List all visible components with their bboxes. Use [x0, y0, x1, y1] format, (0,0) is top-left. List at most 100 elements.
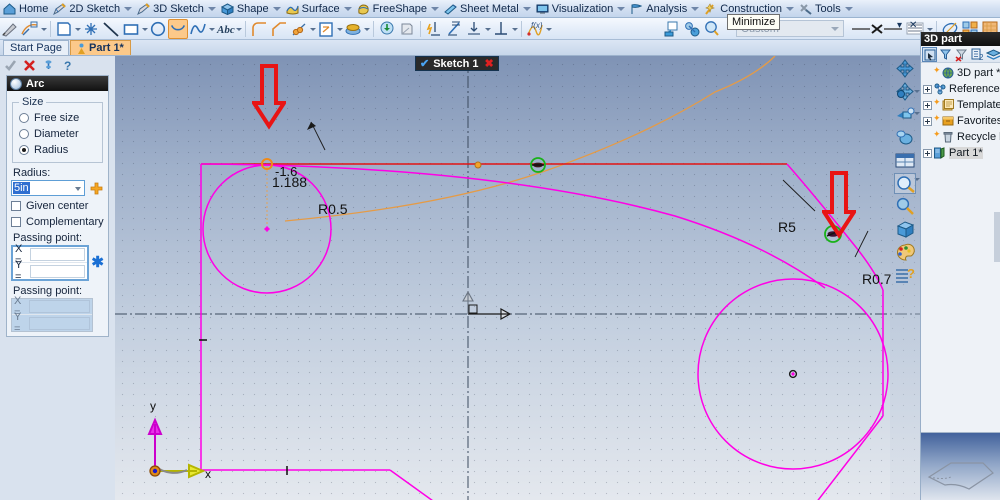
line-icon[interactable]	[101, 19, 121, 39]
help-list-icon[interactable]: ?	[894, 265, 916, 286]
relimit-icon[interactable]	[397, 19, 417, 39]
ribbon-tab-tools[interactable]: Tools	[796, 0, 855, 18]
sketch-solve-icon[interactable]	[682, 19, 702, 39]
offset-dropdown[interactable]	[363, 19, 370, 39]
chevron-down-icon[interactable]	[844, 6, 853, 11]
ribbon-tab-home[interactable]: Home	[0, 0, 50, 18]
radio-diameter[interactable]: Diameter	[19, 126, 98, 142]
chevron-down-icon[interactable]	[343, 6, 352, 11]
pan-icon[interactable]	[894, 58, 916, 79]
dim-icon[interactable]	[424, 19, 444, 39]
select-icon[interactable]	[922, 46, 937, 62]
radio-radius[interactable]: Radius	[19, 142, 98, 158]
pp1-x-input[interactable]	[30, 248, 86, 261]
project-dropdown[interactable]	[336, 19, 343, 39]
sketch-inspect-icon[interactable]	[702, 19, 722, 39]
spline-tool-icon[interactable]	[20, 19, 40, 39]
formula-icon[interactable]: f(x)	[525, 19, 545, 39]
arc-icon[interactable]	[168, 18, 188, 39]
document-tab-start-page[interactable]: Start Page	[3, 40, 69, 55]
tree-node-part1[interactable]: Part 1*	[923, 145, 1000, 161]
radio-free-size[interactable]: Free size	[19, 110, 98, 126]
line-draw-dropdown[interactable]	[40, 19, 47, 39]
ribbon-tab-freeshape[interactable]: FreeShape	[354, 0, 441, 18]
view-cube-icon[interactable]	[894, 219, 916, 240]
document-tab-part-1[interactable]: Part 1*	[69, 40, 131, 55]
line-style-icon[interactable]	[850, 19, 904, 39]
fly-icon[interactable]	[894, 127, 916, 148]
zoom-window-dropdown[interactable]	[913, 103, 920, 123]
expander-icon[interactable]	[923, 100, 932, 110]
tree-node-references[interactable]: References	[923, 81, 1000, 97]
chevron-down-icon[interactable]	[431, 6, 440, 11]
red-x-icon[interactable]	[23, 59, 36, 72]
ribbon-tab-2d-sketch[interactable]: 2D Sketch	[50, 0, 134, 18]
chevron-down-icon[interactable]	[124, 6, 133, 11]
perpendicular-icon[interactable]	[491, 19, 511, 39]
tree-scrollbar-thumb[interactable]	[994, 212, 1000, 262]
line-draw-icon[interactable]	[0, 19, 20, 39]
profile-dropdown[interactable]	[74, 19, 81, 39]
layers-icon[interactable]	[894, 150, 916, 171]
tree-node-3d-part[interactable]: 3D part *	[923, 65, 1000, 81]
palette-icon[interactable]	[894, 242, 916, 263]
sort-icon[interactable]: 2	[970, 47, 985, 62]
dim-dropdown[interactable]	[484, 19, 491, 39]
checkmark-icon[interactable]	[4, 59, 17, 72]
panel-collapse-icon[interactable]: ▾	[897, 20, 902, 31]
ribbon-tab-shape[interactable]: Shape	[218, 0, 283, 18]
ribbon-tab-sheet-metal[interactable]: Sheet Metal	[441, 0, 533, 18]
perpendicular-dropdown[interactable]	[511, 19, 518, 39]
panel-close-icon[interactable]: ✕	[909, 20, 917, 31]
spline-icon[interactable]	[188, 19, 208, 39]
chevron-down-icon[interactable]	[272, 6, 281, 11]
rectangle-icon[interactable]	[121, 19, 141, 39]
angle-dim-icon[interactable]	[444, 19, 464, 39]
given-center-checkbox[interactable]: Given center	[11, 198, 104, 214]
chevron-down-icon[interactable]	[617, 6, 626, 11]
red-x-icon[interactable]: ✖	[484, 57, 493, 70]
zoom-area-icon[interactable]	[894, 173, 916, 194]
filter-icon[interactable]	[938, 47, 953, 62]
project-icon[interactable]	[316, 19, 336, 39]
chevron-down-icon[interactable]	[522, 6, 531, 11]
constraint-icon[interactable]	[377, 19, 397, 39]
point-icon[interactable]	[81, 19, 101, 39]
layers-stack-icon[interactable]	[985, 47, 1000, 62]
ribbon-tab-analysis[interactable]: Analysis	[627, 0, 701, 18]
spline-dropdown[interactable]	[208, 19, 215, 39]
vertical-dim-icon[interactable]	[464, 19, 484, 39]
ribbon-tab-surface[interactable]: Surface	[283, 0, 354, 18]
expander-icon[interactable]	[923, 148, 932, 158]
fillet-icon[interactable]	[249, 19, 269, 39]
rectangle-profile-icon[interactable]	[54, 19, 74, 39]
tree-node-templates[interactable]: Templates	[923, 97, 1000, 113]
text-dropdown[interactable]	[235, 19, 242, 39]
plus-icon[interactable]	[90, 182, 103, 195]
pp1-y-input[interactable]	[30, 264, 86, 278]
trim-dropdown[interactable]	[309, 19, 316, 39]
offset-icon[interactable]	[343, 19, 363, 39]
formula-dropdown[interactable]	[545, 19, 552, 39]
expander-icon[interactable]	[923, 116, 932, 126]
chevron-down-icon[interactable]	[691, 6, 700, 11]
text-icon[interactable]: Abc	[215, 19, 235, 39]
ribbon-tab-3d-sketch[interactable]: 3D Sketch	[134, 0, 218, 18]
snap-star-icon[interactable]: ✱	[91, 255, 104, 270]
rectangle-dropdown[interactable]	[141, 19, 148, 39]
expander-icon[interactable]	[923, 84, 932, 94]
ribbon-tab-visualization[interactable]: Visualization	[533, 0, 628, 18]
trim-icon[interactable]	[289, 19, 309, 39]
sketch-canvas[interactable]: -1.6 1.188 R0.5 R5 R0.7 1/4" y x ✔ Sketc…	[115, 56, 920, 500]
sketch-context-tab[interactable]: ✔ Sketch 1 ✖	[415, 56, 499, 71]
chamfer-icon[interactable]	[269, 19, 289, 39]
question-icon[interactable]: ?	[61, 59, 74, 73]
pin-icon[interactable]	[42, 59, 55, 72]
tree-node-favorites[interactable]: Favorites	[923, 113, 1000, 129]
sketch-analysis-icon[interactable]	[662, 19, 682, 39]
delete-filter-icon[interactable]	[954, 47, 969, 62]
chevron-down-icon[interactable]	[207, 6, 216, 11]
3d-preview-pane[interactable]	[921, 432, 1000, 500]
circle-icon[interactable]	[148, 19, 168, 39]
radius-input[interactable]: 5in	[11, 180, 85, 196]
